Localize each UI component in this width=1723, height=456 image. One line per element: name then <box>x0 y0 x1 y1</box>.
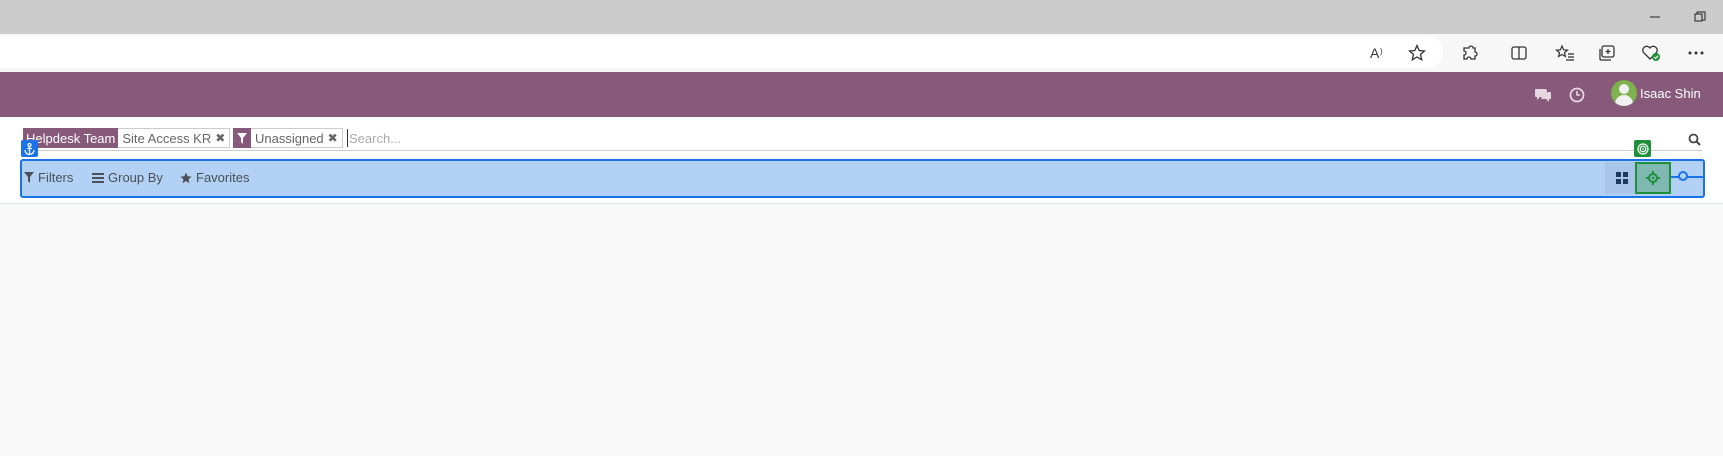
gear-icon <box>1646 171 1660 185</box>
minimize-icon <box>1650 16 1660 18</box>
user-name[interactable]: Isaac Shin <box>1640 86 1701 101</box>
favorites-list-icon[interactable] <box>1553 41 1577 65</box>
browser-toolbar: A) <box>0 34 1723 73</box>
facet-value: Site Access KR ✖ <box>118 128 231 148</box>
connector-handle <box>1678 171 1688 181</box>
kanban-icon <box>1615 172 1628 184</box>
avatar[interactable] <box>1611 80 1637 106</box>
filter-icon <box>24 172 34 183</box>
search-icon[interactable] <box>1686 131 1702 147</box>
browser-essentials-icon[interactable] <box>1639 41 1663 65</box>
activity-clock-icon[interactable] <box>1568 86 1586 104</box>
restore-icon <box>1694 11 1706 22</box>
kanban-view-button[interactable] <box>1605 162 1638 194</box>
bars-icon <box>92 172 104 183</box>
search-facet-helpdesk-team: Helpdesk Team Site Access KR ✖ <box>23 128 231 148</box>
search-facet-unassigned: Unassigned ✖ <box>233 128 343 148</box>
star-icon <box>180 172 192 183</box>
target-icon <box>1634 140 1651 157</box>
favorites-label: Favorites <box>196 170 250 185</box>
split-screen-icon[interactable] <box>1507 41 1531 65</box>
filters-label: Filters <box>38 170 74 185</box>
activity-view-button[interactable] <box>1635 162 1671 194</box>
favorites-dropdown[interactable]: Favorites <box>180 170 249 185</box>
minimize-button[interactable] <box>1644 6 1666 28</box>
app-navbar <box>0 72 1723 117</box>
group-by-label: Group By <box>108 170 163 185</box>
search-options-bar <box>20 159 1705 198</box>
address-bar[interactable] <box>0 36 1443 68</box>
window-title-bar <box>0 0 1723 34</box>
facet-value: Unassigned ✖ <box>251 128 343 148</box>
remove-facet-icon[interactable]: ✖ <box>215 131 225 145</box>
filter-icon <box>233 128 251 148</box>
svg-text:): ) <box>1380 47 1383 56</box>
collections-icon[interactable] <box>1595 41 1619 65</box>
anchor-icon <box>21 140 38 157</box>
read-aloud-icon[interactable]: A) <box>1367 41 1391 65</box>
facet-value-text: Unassigned <box>255 130 324 146</box>
group-by-dropdown[interactable]: Group By <box>92 170 163 185</box>
favorite-star-icon[interactable] <box>1405 41 1429 65</box>
filters-dropdown[interactable]: Filters <box>24 170 73 185</box>
search-input[interactable] <box>347 129 1679 147</box>
svg-text:A: A <box>1370 45 1380 61</box>
extensions-icon[interactable] <box>1458 41 1482 65</box>
restore-button[interactable] <box>1689 6 1711 28</box>
facet-value-text: Site Access KR <box>122 130 212 146</box>
messaging-icon[interactable] <box>1534 86 1552 104</box>
more-options-icon[interactable] <box>1684 41 1708 65</box>
remove-facet-icon[interactable]: ✖ <box>328 131 338 145</box>
